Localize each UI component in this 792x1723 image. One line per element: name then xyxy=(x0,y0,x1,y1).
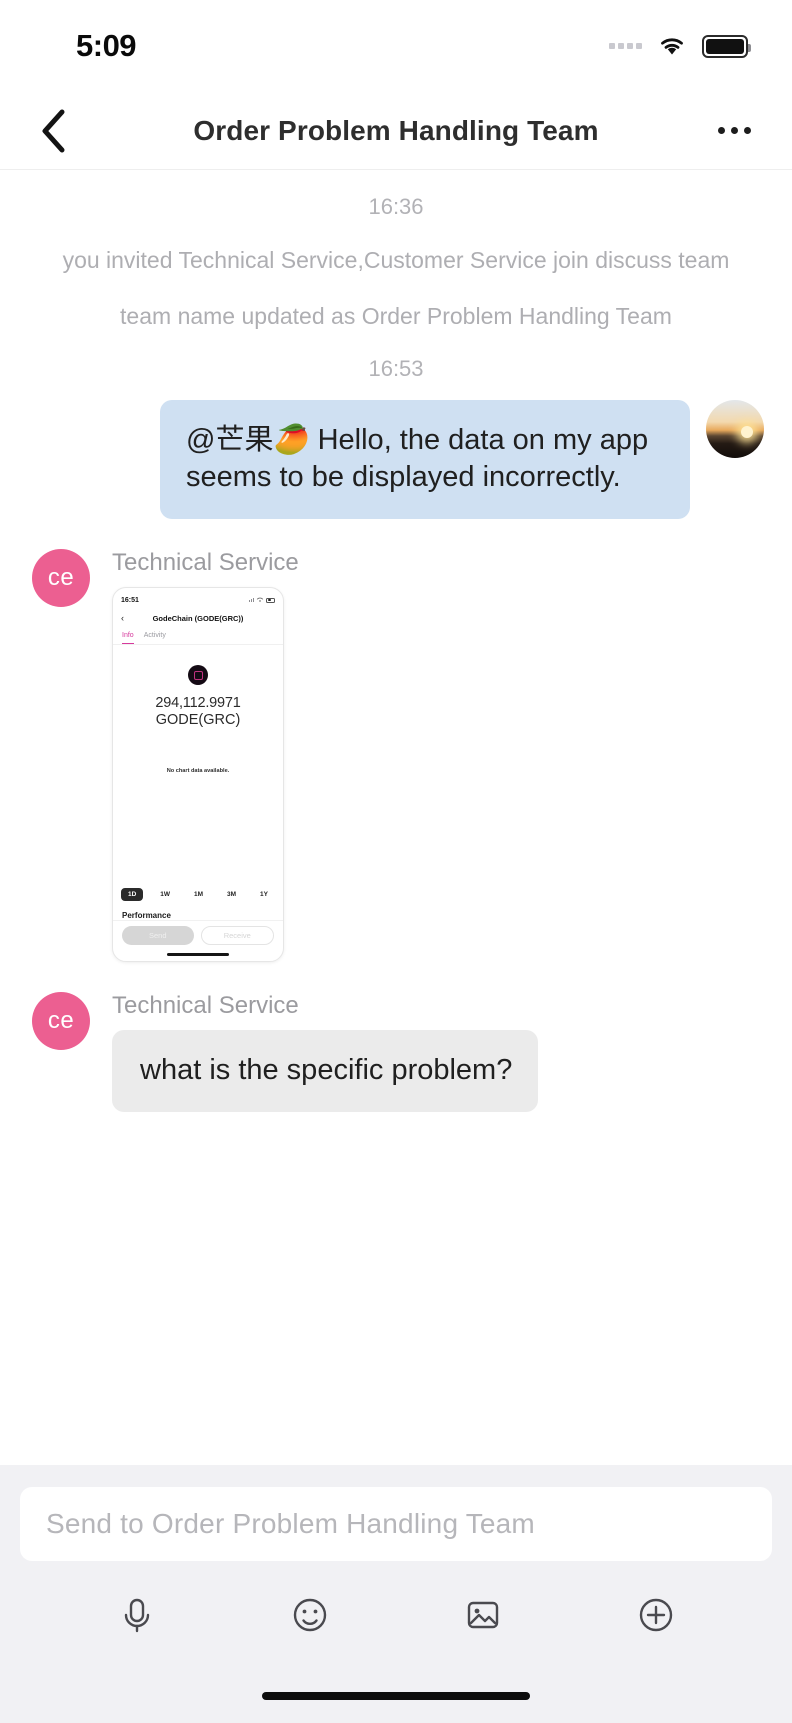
message-list[interactable]: 16:36 you invited Technical Service,Cust… xyxy=(0,170,792,1465)
plus-circle-icon[interactable] xyxy=(634,1593,678,1637)
sender-name: Technical Service xyxy=(112,992,299,1020)
performance-label: Performance xyxy=(122,911,171,921)
receive-button: Receive xyxy=(200,926,274,946)
system-message: team name updated as Order Problem Handl… xyxy=(120,302,672,329)
chat-screen: 5:09 Order Problem Handling Team 16:36 y… xyxy=(0,0,792,1723)
avatar[interactable]: ce xyxy=(32,549,90,608)
range-1w: 1W xyxy=(160,891,171,899)
nav-bar: Order Problem Handling Team xyxy=(0,92,792,170)
tab-info: Info xyxy=(122,632,134,645)
timestamp-divider: 16:53 xyxy=(368,355,424,381)
image-icon[interactable] xyxy=(461,1593,505,1637)
chart-empty-text: No chart data available. xyxy=(166,768,230,775)
home-indicator xyxy=(113,947,283,961)
range-3m: 3M xyxy=(227,891,237,899)
balance-symbol: GODE(GRC) xyxy=(155,712,241,729)
message-row-outgoing: @芒果🥭 Hello, the data on my app seems to … xyxy=(0,399,792,520)
gode-coin-icon xyxy=(188,665,208,686)
more-horizontal-icon xyxy=(730,127,738,134)
screenshot-body: 294,112.9971 GODE(GRC) No chart data ava… xyxy=(113,645,283,909)
screenshot-nav-bar: ‹ GodeChain (GODE(GRC)) xyxy=(113,608,283,628)
home-indicator xyxy=(0,1669,792,1723)
status-bar: 5:09 xyxy=(0,0,792,92)
message-row-incoming-image: ce Technical Service 16:51 ‹ GodeChain (… xyxy=(0,549,792,963)
screenshot-status-time: 16:51 xyxy=(121,596,139,604)
incoming-message-bubble[interactable]: what is the specific problem? xyxy=(112,1029,539,1113)
range-selector: 1D 1W 1M 3M 1Y xyxy=(121,888,275,902)
image-message-screenshot[interactable]: 16:51 ‹ GodeChain (GODE(GRC)) Info Activ… xyxy=(112,587,284,963)
status-bar-time: 5:09 xyxy=(76,28,137,63)
range-1m: 1M xyxy=(194,891,204,899)
wifi-icon xyxy=(661,38,683,55)
more-options-button[interactable] xyxy=(706,108,762,154)
composer: Send to Order Problem Handling Team xyxy=(0,1465,792,1669)
outgoing-message-bubble[interactable]: @芒果🥭 Hello, the data on my app seems to … xyxy=(160,399,690,520)
smiley-icon[interactable] xyxy=(288,1593,332,1637)
signal-dots-icon xyxy=(609,43,642,49)
avatar[interactable]: ce xyxy=(32,992,90,1051)
system-message: you invited Technical Service,Customer S… xyxy=(62,247,730,273)
more-horizontal-icon xyxy=(717,127,725,134)
send-button: Send xyxy=(122,926,194,946)
microphone-icon[interactable] xyxy=(115,1593,159,1637)
back-button[interactable] xyxy=(26,103,82,159)
more-horizontal-icon xyxy=(743,127,751,134)
timestamp-divider: 16:36 xyxy=(368,194,424,219)
battery-icon xyxy=(266,597,275,603)
screenshot-nav-title: GodeChain (GODE(GRC)) xyxy=(152,613,244,623)
range-1y: 1Y xyxy=(260,891,268,899)
wifi-icon xyxy=(256,597,264,603)
chevron-left-icon xyxy=(42,109,65,152)
range-1d: 1D xyxy=(121,888,144,902)
screenshot-status-bar: 16:51 xyxy=(113,592,283,608)
screenshot-actions: Send Receive xyxy=(113,920,283,947)
message-input[interactable]: Send to Order Problem Handling Team xyxy=(20,1487,772,1561)
tab-activity: Activity xyxy=(143,632,166,640)
status-bar-indicators xyxy=(609,34,751,58)
message-input-placeholder: Send to Order Problem Handling Team xyxy=(46,1508,535,1539)
avatar[interactable] xyxy=(706,399,764,458)
message-row-incoming-text: ce Technical Service what is the specifi… xyxy=(0,992,792,1113)
page-title: Order Problem Handling Team xyxy=(193,114,599,146)
signal-bars-icon xyxy=(249,598,254,603)
composer-toolbar xyxy=(20,1561,772,1669)
battery-full-icon xyxy=(702,34,751,58)
screenshot-tabs: Info Activity xyxy=(113,628,283,645)
balance-amount: 294,112.9971 xyxy=(155,695,241,712)
sender-name: Technical Service xyxy=(112,549,299,577)
